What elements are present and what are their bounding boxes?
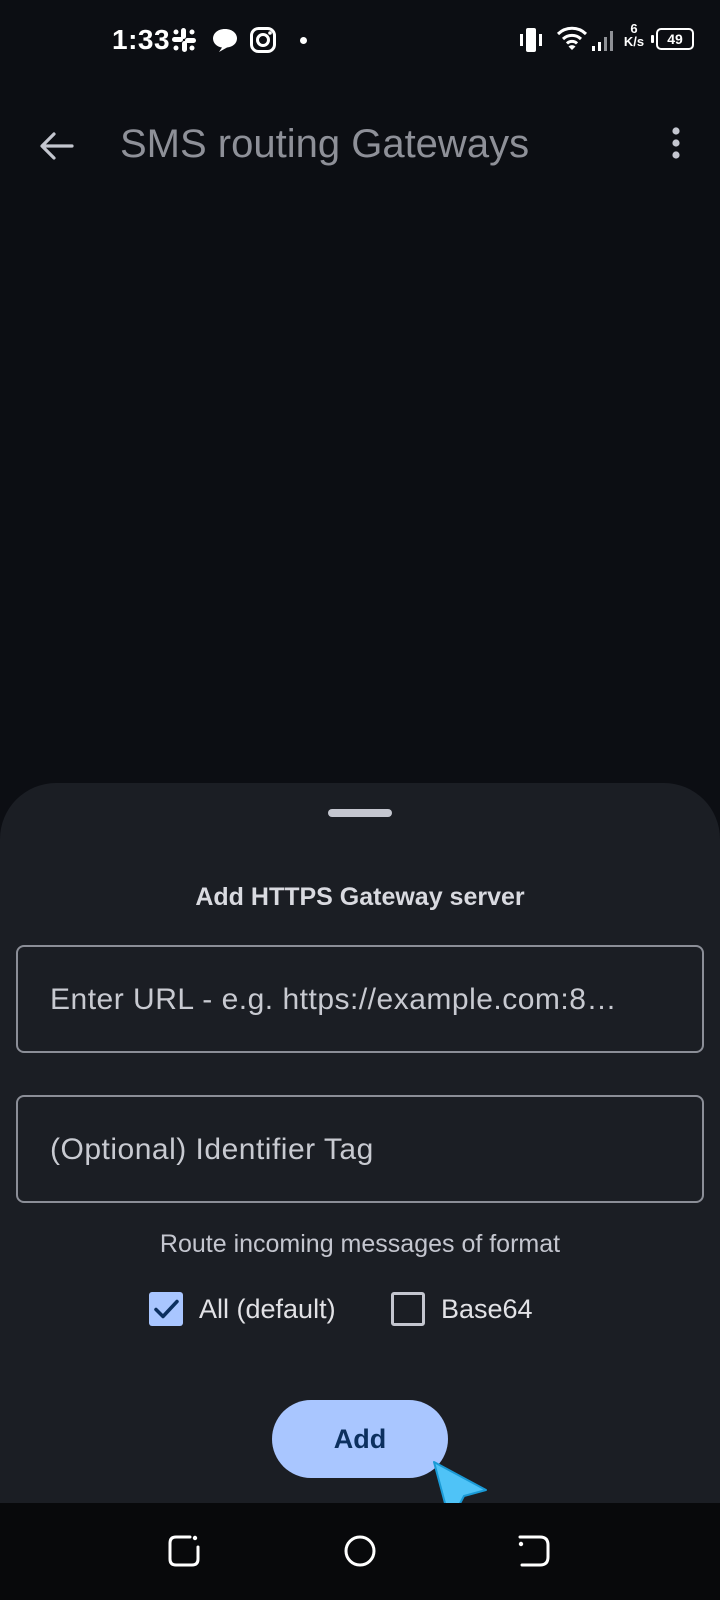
overflow-menu-button[interactable]: [652, 122, 700, 170]
check-icon: [154, 1299, 179, 1319]
wifi-icon: [556, 26, 588, 50]
top-app-bar: SMS routing Gateways: [0, 100, 720, 190]
network-speed: 6 K/s: [620, 22, 648, 48]
checkbox-base64[interactable]: [391, 1292, 425, 1326]
url-input[interactable]: [48, 947, 678, 1053]
back-button[interactable]: [32, 122, 80, 170]
back-nav-button[interactable]: [514, 1531, 554, 1571]
back-nav-icon: [518, 1535, 550, 1567]
recents-button[interactable]: [164, 1531, 204, 1571]
status-bar: 1:33 6 K/s 49: [0, 0, 720, 80]
home-icon: [344, 1535, 376, 1567]
identifier-tag-field[interactable]: [16, 1095, 704, 1203]
page-title: SMS routing Gateways: [120, 122, 530, 166]
signal-icon: [592, 31, 613, 51]
sheet-title: Add HTTPS Gateway server: [195, 883, 525, 911]
checkbox-base64-label[interactable]: Base64: [441, 1294, 533, 1325]
chat-bubble-icon: [213, 29, 237, 52]
recents-icon: [168, 1535, 200, 1567]
status-time: 1:33: [112, 24, 171, 55]
arrow-back-icon: [40, 132, 74, 160]
battery-icon: 49: [651, 28, 694, 50]
bottom-sheet: Add HTTPS Gateway server Route incoming …: [0, 783, 720, 1503]
more-vert-icon: [672, 127, 680, 159]
slack-icon: [172, 28, 196, 52]
identifier-tag-input[interactable]: [48, 1097, 678, 1203]
add-button[interactable]: Add: [272, 1400, 448, 1478]
vibrate-icon: [520, 28, 542, 52]
url-field[interactable]: [16, 945, 704, 1053]
navigation-bar: [0, 1503, 720, 1600]
network-speed-unit: K/s: [623, 34, 645, 49]
route-format-label: Route incoming messages of format: [159, 1230, 561, 1258]
instagram-icon: [250, 27, 276, 53]
home-button[interactable]: [340, 1531, 380, 1571]
battery-level: 49: [667, 31, 683, 47]
drag-handle[interactable]: [328, 809, 392, 817]
checkbox-all-default[interactable]: [149, 1292, 183, 1326]
notification-dot: [300, 37, 307, 44]
checkbox-all-label[interactable]: All (default): [199, 1294, 336, 1325]
